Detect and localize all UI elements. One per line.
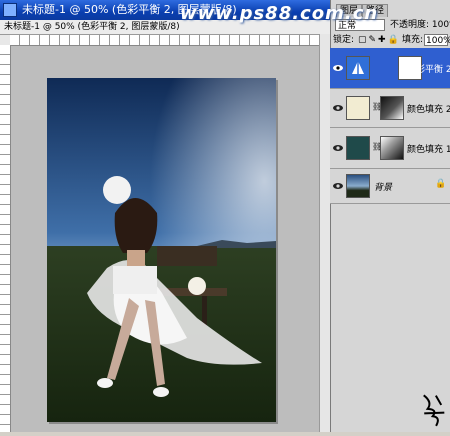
document-window: 未标题-1 @ 50% (色彩平衡 2, 图层蒙版/8) 未标题-1 @ 50%…: [0, 0, 331, 432]
watermark-banner: www.ps88.com.cn: [180, 3, 379, 24]
background-thumbnail[interactable]: [346, 174, 370, 198]
fill-label: 填充:: [402, 35, 424, 45]
vertical-ruler[interactable]: [0, 45, 11, 432]
eye-icon[interactable]: [333, 182, 343, 190]
signature-logo: [417, 390, 450, 432]
lock-icon: 🔒: [435, 179, 447, 189]
eye-icon[interactable]: [333, 144, 343, 152]
layer-mask-thumbnail[interactable]: [380, 136, 404, 160]
layer-row-color-balance-2[interactable]: 色彩平衡 2: [330, 48, 450, 89]
eye-icon[interactable]: [333, 104, 343, 112]
color-fill-swatch[interactable]: [346, 136, 370, 160]
photo-canvas[interactable]: [47, 78, 276, 422]
color-fill-swatch[interactable]: [346, 96, 370, 120]
lock-label: 锁定:: [333, 35, 355, 45]
eye-icon[interactable]: [333, 64, 343, 72]
layer-mask-thumbnail[interactable]: [380, 96, 404, 120]
layer-name-background[interactable]: 背景: [374, 180, 392, 193]
horizontal-ruler[interactable]: [10, 35, 330, 46]
fill-input[interactable]: 100%: [424, 34, 450, 46]
photo-image: [47, 78, 276, 422]
document-tab-label: 未标题-1 @ 50% (色彩平衡 2, 图层蒙版/8): [4, 22, 180, 32]
layer-row-color-fill-2[interactable]: ⛓ 颜色填充 2: [330, 89, 450, 128]
layer-name-color-fill-1[interactable]: 颜色填充 1: [407, 142, 450, 155]
lock-options-icon[interactable]: ▢✎✚🔒: [358, 33, 401, 47]
layer-name-color-fill-2[interactable]: 颜色填充 2: [407, 102, 450, 115]
layer-name-color-balance-2[interactable]: 色彩平衡 2: [407, 62, 450, 75]
layer-row-color-fill-1[interactable]: ⛓ 颜色填充 1: [330, 128, 450, 169]
layer-row-background[interactable]: 背景 🔒: [330, 169, 450, 204]
adjustment-icon: [346, 56, 370, 80]
app-icon: [3, 3, 17, 17]
